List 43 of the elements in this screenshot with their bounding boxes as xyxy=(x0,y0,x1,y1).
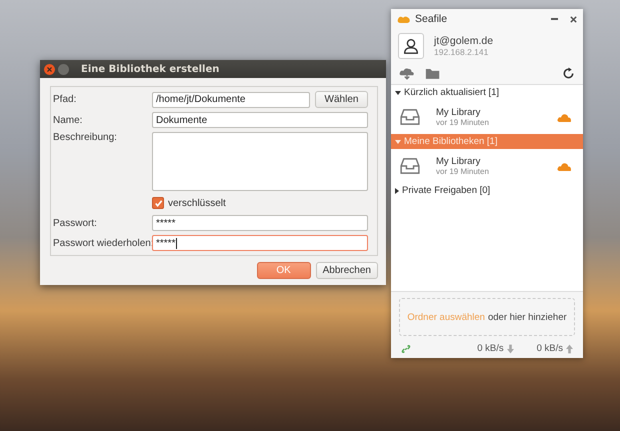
folder-icon[interactable] xyxy=(425,67,441,80)
library-time: vor 19 Minuten xyxy=(436,167,490,176)
close-icon[interactable] xyxy=(44,64,55,74)
minimize-icon[interactable] xyxy=(58,64,69,74)
choose-button[interactable]: Wählen xyxy=(315,91,368,108)
cloud-icon xyxy=(557,112,572,122)
text-field[interactable]: Dokumente xyxy=(152,112,368,128)
logo-icon xyxy=(397,14,411,24)
library-time: vor 19 Minuten xyxy=(436,118,490,127)
drop-hint: oder hier hinzieher xyxy=(488,312,567,322)
cloud-icon xyxy=(557,162,572,170)
inbox-icon xyxy=(400,158,420,174)
description-field[interactable] xyxy=(152,132,368,191)
field-label: Pfad: xyxy=(53,94,78,105)
cancel-button[interactable]: Abbrechen xyxy=(316,262,378,279)
password-field[interactable]: ***** xyxy=(152,215,368,231)
field-label: Passwort: xyxy=(53,218,98,228)
account-email: jt@golem.de xyxy=(434,35,494,47)
password-field[interactable]: ***** xyxy=(152,235,368,251)
field-label: Beschreibung: xyxy=(53,132,118,143)
inbox-icon xyxy=(400,109,420,125)
close-icon[interactable] xyxy=(570,16,577,22)
download-rate: 0 kB/s xyxy=(477,343,504,354)
upload-rate: 0 kB/s xyxy=(536,343,563,354)
user-icon[interactable] xyxy=(398,33,424,59)
library-name[interactable]: My Library xyxy=(436,107,541,118)
checkbox[interactable] xyxy=(152,197,164,209)
field-label: Passwort wiederholen: xyxy=(53,238,152,248)
server-address: 192.168.2.141 xyxy=(434,47,490,57)
drop-zone[interactable]: Ordner auswählen oder hier hinzieher xyxy=(399,298,575,336)
library-name[interactable]: My Library xyxy=(436,156,541,167)
section-header[interactable]: Private Freigaben [0] xyxy=(391,183,583,198)
download-arrow-icon xyxy=(506,344,514,354)
text-field[interactable]: /home/jt/Dokumente xyxy=(152,92,310,108)
cloud-download-icon[interactable] xyxy=(399,67,415,80)
window-title: Seafile xyxy=(415,13,448,25)
link-icon xyxy=(401,344,411,354)
upload-arrow-icon xyxy=(566,344,573,354)
refresh-icon[interactable] xyxy=(562,67,575,80)
section-header[interactable]: Kürzlich aktualisiert [1] xyxy=(391,85,583,100)
checkbox-label: verschlüsselt xyxy=(168,198,226,208)
field-label: Name: xyxy=(53,114,84,126)
window-title: Eine Bibliothek erstellen xyxy=(81,64,220,74)
